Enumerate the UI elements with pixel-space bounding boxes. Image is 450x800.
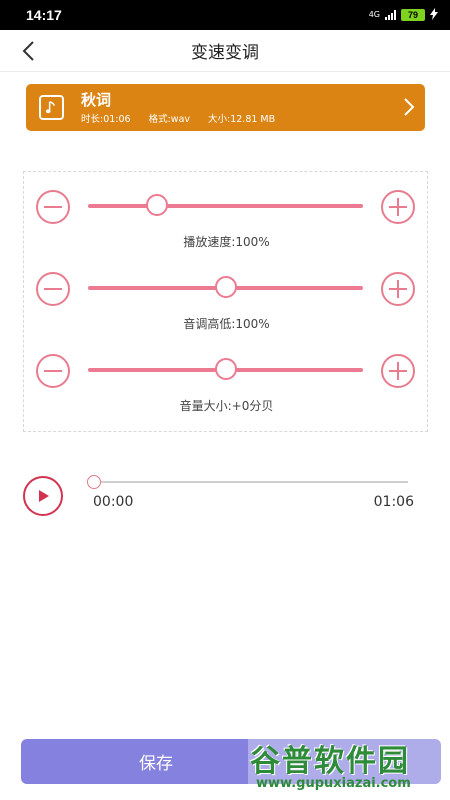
pitch-slider[interactable] [88, 276, 363, 298]
current-time: 00:00 [93, 494, 134, 510]
music-size: 大小:12.81 MB [208, 113, 276, 125]
music-note-icon [39, 95, 64, 120]
minus-icon [44, 370, 62, 372]
charging-icon [430, 7, 438, 23]
play-icon [39, 490, 49, 502]
back-button[interactable] [14, 37, 42, 65]
volume-plus-button[interactable] [381, 354, 415, 388]
speed-plus-button[interactable] [381, 190, 415, 224]
minus-icon [44, 206, 62, 208]
watermark-text: 谷普软件园 [250, 744, 410, 779]
music-duration: 时长:01:06 [81, 113, 131, 125]
status-time: 14:17 [26, 7, 62, 23]
music-name: 秋词 [81, 90, 112, 109]
speed-control: 播放速度:100% [24, 172, 429, 254]
plus-icon [389, 280, 407, 298]
chevron-right-icon [403, 97, 415, 121]
page-title: 变速变调 [191, 43, 259, 63]
plus-icon [389, 198, 407, 216]
music-info: 秋词 时长:01:06 格式:wav 大小:12.81 MB [81, 91, 275, 125]
status-icons: 4G 79 [368, 7, 438, 23]
pitch-slider-thumb[interactable] [214, 276, 237, 298]
header: 变速变调 [0, 30, 450, 72]
minus-icon [44, 288, 62, 290]
speed-label: 播放速度:100% [183, 235, 270, 249]
volume-control: 音量大小:+0分贝 [24, 336, 429, 418]
volume-label: 音量大小:+0分贝 [179, 399, 274, 413]
plus-icon [389, 362, 407, 380]
music-format: 格式:wav [148, 113, 191, 125]
volume-slider[interactable] [88, 358, 363, 380]
speed-slider[interactable] [88, 194, 363, 216]
play-button[interactable] [23, 476, 63, 516]
status-bar: 14:17 4G 79 [0, 0, 450, 30]
pitch-control: 音调高低:100% [24, 254, 429, 336]
music-meta: 时长:01:06 格式:wav 大小:12.81 MB [81, 111, 275, 125]
playback-progress[interactable] [87, 475, 408, 489]
signal-icon [385, 10, 396, 20]
controls-panel: 播放速度:100% 音调高低:100% 音量大小:+0分贝 [23, 171, 428, 432]
pitch-label: 音调高低:100% [183, 317, 270, 331]
total-time: 01:06 [373, 494, 414, 510]
battery-icon: 79 [401, 9, 425, 21]
watermark-logo: 谷普软件园 www.gupuxiazai.com [248, 728, 448, 798]
pitch-plus-button[interactable] [381, 272, 415, 306]
speed-slider-thumb[interactable] [145, 194, 168, 216]
speed-minus-button[interactable] [36, 190, 70, 224]
save-button-label: 保存 [139, 754, 173, 774]
music-card[interactable]: 秋词 时长:01:06 格式:wav 大小:12.81 MB [26, 84, 425, 131]
volume-slider-thumb[interactable] [214, 358, 237, 380]
playback-progress-thumb[interactable] [87, 475, 101, 489]
network-label: 4G [368, 10, 380, 19]
watermark-url: www.gupuxiazai.com [256, 776, 411, 791]
volume-minus-button[interactable] [36, 354, 70, 388]
pitch-minus-button[interactable] [36, 272, 70, 306]
back-arrow-icon [22, 41, 34, 61]
